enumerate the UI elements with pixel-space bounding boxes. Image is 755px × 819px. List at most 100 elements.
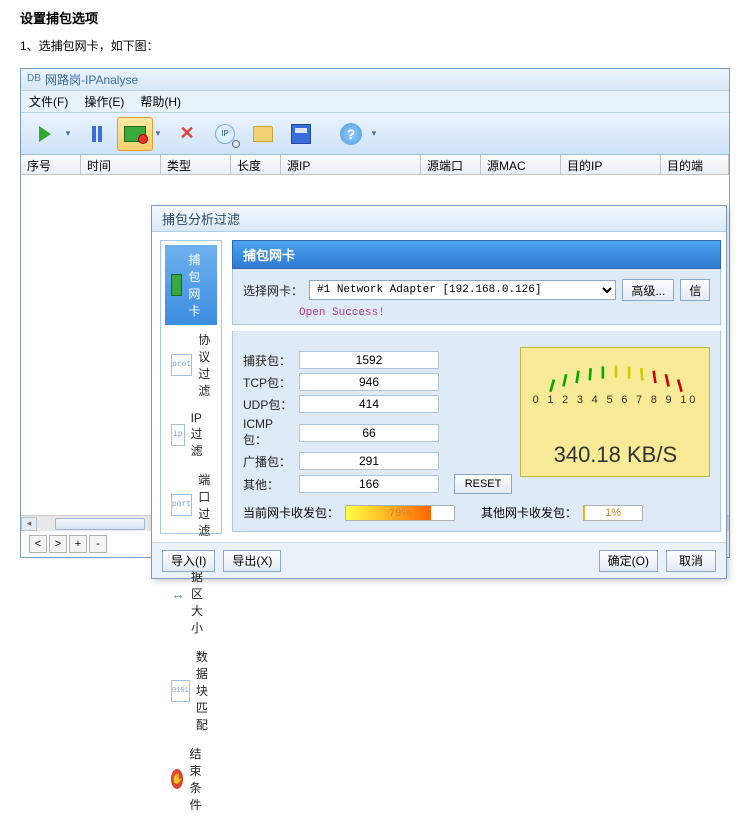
col-srcmac[interactable]: 源MAC	[481, 155, 561, 174]
pause-icon	[92, 126, 102, 142]
stat-icmp-label: ICMP包：	[243, 417, 295, 448]
doc-heading: 设置捕包选项	[0, 0, 755, 33]
toolbar-save-button[interactable]	[283, 117, 319, 151]
sidebar-item-label: 结束条件	[189, 745, 211, 813]
stat-captured-value: 1592	[299, 351, 439, 369]
col-type[interactable]: 类型	[161, 155, 231, 174]
nav-prev-button[interactable]: <	[29, 535, 47, 553]
menubar: 文件(F) 操作(E) 帮助(H)	[21, 91, 729, 113]
dialog-main-panel: 捕包网卡 选择网卡： #1 Network Adapter [192.168.0…	[222, 232, 729, 542]
app-window: DB 网路岗-IPAnalyse 文件(F) 操作(E) 帮助(H) ▾ ▾ ✕…	[20, 68, 730, 558]
col-srcip[interactable]: 源IP	[281, 155, 421, 174]
doc-step-text: 1、选捕包网卡，如下图：	[0, 33, 755, 68]
sidebar-item-label: 协议过滤	[198, 331, 211, 399]
dialog-sidebar: 捕包网卡 prot协议过滤 ipIP过滤 port端口过滤 ↔数据区大小 010…	[160, 240, 222, 534]
stat-bcast-value: 291	[299, 452, 439, 470]
info-button[interactable]: 信	[680, 279, 710, 301]
sidebar-item-label: 数据块匹配	[196, 648, 211, 733]
dialog-title: 捕包分析过滤	[152, 206, 726, 232]
delete-icon: ✕	[179, 123, 194, 144]
nic-icon	[171, 274, 182, 296]
export-button[interactable]: 导出(X)	[223, 550, 281, 572]
sidebar-item-block[interactable]: 0101 数据块匹配	[165, 642, 217, 739]
nav-minus-button[interactable]: -	[89, 535, 107, 553]
help-icon: ?	[340, 123, 362, 145]
stat-other-label: 其他：	[243, 476, 295, 493]
reset-button[interactable]: RESET	[454, 474, 513, 494]
doc-icon: prot	[171, 354, 192, 376]
toolbar-start-button[interactable]	[27, 117, 63, 151]
menu-help[interactable]: 帮助(H)	[140, 93, 181, 110]
toolbar-nic-button[interactable]	[117, 117, 153, 151]
dialog-footer: 导入(I) 导出(X) 确定(O) 取消	[152, 542, 726, 578]
stats-list: 捕获包：1592 TCP包：946 UDP包：414 ICMP包：66 广播包：…	[243, 347, 512, 498]
toolbar-help-button[interactable]: ?	[333, 117, 369, 151]
stats-panel: 捕获包：1592 TCP包：946 UDP包：414 ICMP包：66 广播包：…	[232, 331, 721, 532]
titlebar: DB 网路岗-IPAnalyse	[21, 69, 729, 91]
stat-icmp-value: 66	[299, 424, 439, 442]
stop-icon: ✋	[171, 769, 183, 789]
scroll-thumb[interactable]	[55, 518, 145, 530]
stat-tcp-value: 946	[299, 373, 439, 391]
stat-captured-label: 捕获包：	[243, 352, 295, 369]
packet-list-body: 捕包分析过滤 捕包网卡 prot协议过滤 ipIP过滤 port端口过滤 ↔数据…	[21, 175, 729, 515]
sidebar-item-label: IP过滤	[191, 411, 211, 459]
other-rx-label: 其他网卡收发包：	[481, 504, 577, 521]
stat-udp-label: UDP包：	[243, 396, 295, 413]
advanced-button[interactable]: 高级...	[622, 279, 674, 301]
stat-bcast-label: 广播包：	[243, 453, 295, 470]
nav-plus-button[interactable]: +	[69, 535, 87, 553]
panel-header: 捕包网卡	[232, 240, 721, 269]
col-time[interactable]: 时间	[81, 155, 161, 174]
doc-icon: ip	[171, 424, 185, 446]
nav-next-button[interactable]: >	[49, 535, 67, 553]
gauge-rate: 340.18 KB/S	[521, 442, 709, 468]
import-button[interactable]: 导入(I)	[162, 550, 215, 572]
menu-operate[interactable]: 操作(E)	[84, 93, 124, 110]
sidebar-item-protocol[interactable]: prot 协议过滤	[165, 325, 217, 405]
nic-icon	[124, 126, 146, 142]
adapter-status: Open Success!	[299, 307, 710, 319]
cancel-button[interactable]: 取消	[666, 550, 716, 572]
toolbar-help-dropdown[interactable]: ▾	[369, 128, 379, 139]
toolbar-nic-dropdown[interactable]: ▾	[153, 128, 163, 139]
ok-button[interactable]: 确定(O)	[599, 550, 658, 572]
col-seq[interactable]: 序号	[21, 155, 81, 174]
stat-udp-value: 414	[299, 395, 439, 413]
other-rx-bar: 1%	[583, 505, 643, 521]
app-icon: DB	[27, 73, 41, 87]
play-icon	[39, 126, 51, 142]
sidebar-item-stop[interactable]: ✋ 结束条件	[165, 739, 217, 819]
col-dstport[interactable]: 目的端	[661, 155, 729, 174]
sidebar-item-label: 捕包网卡	[188, 251, 211, 319]
stat-other-value: 166	[299, 475, 439, 493]
packet-list-header: 序号 时间 类型 长度 源IP 源端口 源MAC 目的IP 目的端	[21, 155, 729, 175]
current-rx-label: 当前网卡收发包：	[243, 504, 339, 521]
doc-icon: port	[171, 494, 192, 516]
toolbar: ▾ ▾ ✕ IP ? ▾	[21, 113, 729, 155]
sidebar-item-port[interactable]: port 端口过滤	[165, 465, 217, 545]
scroll-left-icon[interactable]: ◂	[21, 517, 37, 531]
arrows-icon: ↔	[171, 583, 185, 605]
col-dstip[interactable]: 目的IP	[561, 155, 661, 174]
app-title: 网路岗-IPAnalyse	[45, 71, 138, 88]
sidebar-item-label: 端口过滤	[198, 471, 211, 539]
other-rx-value: 1%	[584, 506, 642, 520]
toolbar-ipsearch-button[interactable]: IP	[207, 117, 243, 151]
sidebar-item-nic[interactable]: 捕包网卡	[165, 245, 217, 325]
sidebar-item-ip[interactable]: ip IP过滤	[165, 405, 217, 465]
col-length[interactable]: 长度	[231, 155, 281, 174]
adapter-select[interactable]: #1 Network Adapter [192.168.0.126]	[309, 280, 616, 300]
toolbar-delete-button[interactable]: ✕	[169, 117, 205, 151]
toolbar-pause-button[interactable]	[79, 117, 115, 151]
select-adapter-label: 选择网卡：	[243, 282, 303, 299]
adapter-panel: 选择网卡： #1 Network Adapter [192.168.0.126]…	[232, 269, 721, 325]
menu-file[interactable]: 文件(F)	[29, 93, 68, 110]
current-rx-bar: 79%	[345, 505, 455, 521]
save-icon	[291, 124, 311, 144]
current-rx-value: 79%	[346, 506, 454, 520]
toolbar-start-dropdown[interactable]: ▾	[63, 128, 73, 139]
col-srcport[interactable]: 源端口	[421, 155, 481, 174]
toolbar-open-button[interactable]	[245, 117, 281, 151]
binary-icon: 0101	[171, 680, 190, 702]
